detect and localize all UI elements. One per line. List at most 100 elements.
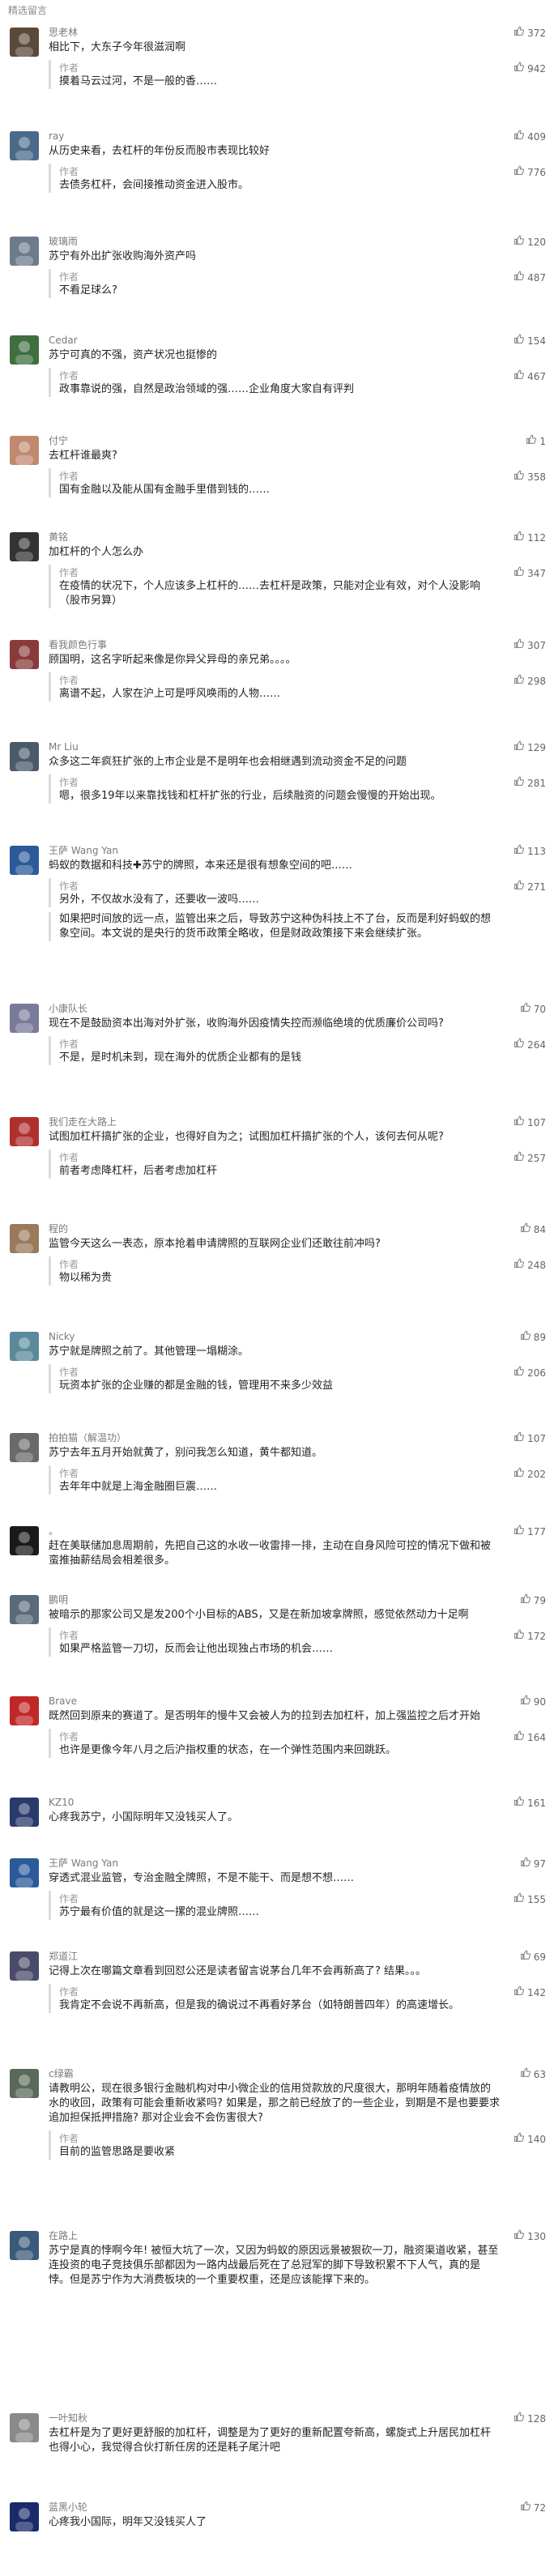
avatar[interactable] [10,1595,39,1624]
reply-author-label: 作者 [59,1152,79,1163]
like-button[interactable]: 129 [514,740,546,755]
avatar[interactable] [10,28,39,57]
like-button[interactable]: 112 [514,531,546,545]
avatar[interactable] [10,1117,39,1146]
thumbs-up-icon [514,235,525,249]
like-button[interactable]: 97 [520,1857,546,1871]
author-reply: 作者 国有金融以及能从国有金融手里借到钱的…… 358 [49,468,546,497]
avatar[interactable] [10,2231,39,2260]
reply-like-button[interactable]: 172 [514,1629,546,1644]
avatar[interactable] [10,1224,39,1253]
avatar[interactable] [10,1696,39,1725]
avatar[interactable] [10,2502,39,2531]
avatar[interactable] [10,640,39,669]
like-count: 140 [527,2134,546,2145]
avatar[interactable] [10,1858,39,1887]
like-count: 307 [527,640,546,651]
like-button[interactable]: 70 [520,1002,546,1017]
reply-like-button[interactable]: 347 [514,566,546,581]
like-button[interactable]: 120 [514,235,546,249]
avatar[interactable] [10,742,39,771]
reply-text: 国有金融以及能从国有金融手里借到钱的…… [59,484,271,496]
reply-like-button[interactable]: 264 [514,1038,546,1052]
comment-item: Nicky 89 苏宁就是牌照之前了。其他管理一塌糊涂。 作者 玩资本扩张的企业赚的都是… [0,1329,554,1393]
like-button[interactable]: 89 [520,1330,546,1345]
like-button[interactable]: 90 [520,1695,546,1709]
avatar[interactable] [10,846,39,875]
comment-item: Cedar 154 苏宁可真的不强，资产状况也挺惨的 作者 政事靠说的强，自然是政治领域… [0,332,554,397]
like-button[interactable]: 307 [514,638,546,653]
reply-like-button[interactable]: 942 [514,62,546,76]
reply-like-button[interactable]: 155 [514,1892,546,1907]
like-button[interactable]: 113 [514,844,546,859]
reply-text: 摸着马云过河，不是一般的香…… [59,75,218,87]
reply-like-button[interactable]: 358 [514,470,546,484]
reply-like-button[interactable]: 298 [514,674,546,689]
reply-like-button[interactable]: 206 [514,1366,546,1380]
like-button[interactable]: 1 [526,434,546,449]
like-button[interactable]: 161 [514,1796,546,1810]
like-button[interactable]: 107 [514,1431,546,1446]
reply-like-button[interactable]: 248 [514,1258,546,1273]
like-button[interactable]: 107 [514,1115,546,1130]
like-count: 281 [527,778,546,789]
reply-like-button[interactable]: 140 [514,2132,546,2147]
reply-author-label: 作者 [59,271,79,283]
reply-author-label: 作者 [59,1468,79,1479]
avatar[interactable] [10,237,39,266]
avatar[interactable] [10,335,39,365]
like-button[interactable]: 84 [520,1222,546,1237]
avatar[interactable] [10,1004,39,1033]
reply-like-button[interactable]: 202 [514,1467,546,1482]
avatar[interactable] [10,1332,39,1361]
comment-text: 记得上次在哪篇文章看到回怼公还是读者留言说茅台几年不会再新高了? 结果。。。 [49,1965,427,1977]
commenter-name: 思老林 [49,27,79,38]
avatar[interactable] [10,436,39,465]
like-button[interactable]: 69 [520,1950,546,1964]
author-reply: 作者 前者考虑降杠杆，后者考虑加杠杆 257 [49,1149,546,1179]
thumbs-up-icon [514,880,525,894]
like-button[interactable]: 409 [514,130,546,144]
like-count: 107 [527,1117,546,1128]
thumbs-up-icon [514,130,525,144]
commenter-name: 付宁 [49,435,69,446]
thumbs-up-icon [514,1366,525,1380]
like-button[interactable]: 63 [520,2067,546,2082]
commenter-name: 一叶知秋 [49,2412,88,2424]
reply-like-button[interactable]: 257 [514,1151,546,1166]
like-button[interactable]: 72 [520,2501,546,2515]
like-button[interactable]: 177 [514,1525,546,1539]
reply-like-button[interactable]: 271 [514,880,546,894]
reply-author-label: 作者 [59,881,79,892]
avatar[interactable] [10,1798,39,1827]
like-button[interactable]: 130 [514,2229,546,2244]
avatar[interactable] [10,1951,39,1981]
author-reply: 作者 玩资本扩张的企业赚的都是金融的钱，管理用不来多少效益 206 [49,1364,546,1393]
avatar[interactable] [10,2069,39,2098]
thumbs-up-icon [514,1730,525,1745]
like-count: 264 [527,1039,546,1051]
commenter-name: 郑道江 [49,1951,79,1962]
avatar[interactable] [10,131,39,160]
like-count: 177 [527,1526,546,1537]
like-button[interactable]: 128 [514,2412,546,2426]
reply-like-button[interactable]: 142 [514,1985,546,2000]
reply-like-button[interactable]: 281 [514,776,546,791]
thumbs-up-icon [514,2229,525,2244]
reply-like-button[interactable]: 467 [514,369,546,384]
like-count: 271 [527,881,546,893]
reply-like-button[interactable]: 776 [514,165,546,180]
avatar[interactable] [10,532,39,561]
like-button[interactable]: 372 [514,26,546,41]
avatar[interactable] [10,1526,39,1555]
comment-text: 相比下，大东子今年很滋润啊 [49,41,186,53]
reply-author-label: 作者 [59,166,79,177]
avatar[interactable] [10,2413,39,2442]
like-button[interactable]: 79 [520,1593,546,1608]
reply-like-button[interactable]: 164 [514,1730,546,1745]
reply-like-button[interactable]: 487 [514,271,546,285]
like-button[interactable]: 154 [514,334,546,348]
like-count: 409 [527,131,546,143]
commenter-name: 蓝黑小轮 [49,2501,88,2513]
avatar[interactable] [10,1433,39,1462]
